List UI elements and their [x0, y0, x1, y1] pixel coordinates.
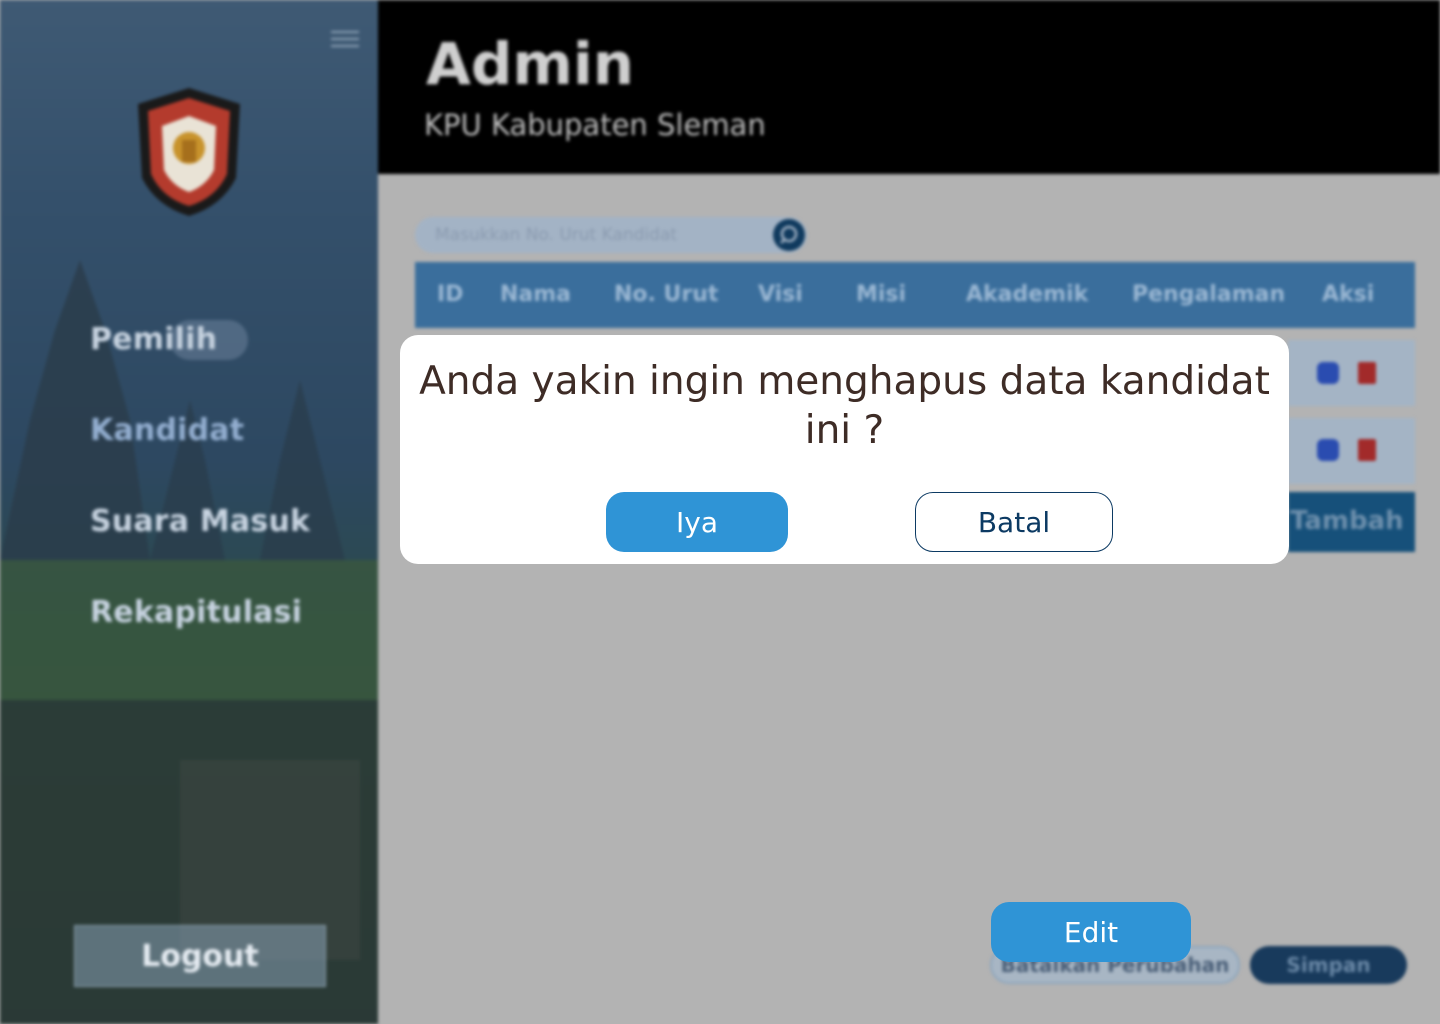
nav-item-kandidat[interactable]: Kandidat — [90, 413, 244, 448]
dialog-message: Anda yakin ingin menghapus data kandidat… — [419, 359, 1270, 453]
table-row — [1288, 340, 1415, 406]
search-icon — [780, 225, 798, 244]
nav-item-rekapitulasi[interactable]: Rekapitulasi — [90, 595, 302, 630]
table-row — [1288, 418, 1415, 484]
column-header-akademik: Akademik — [966, 282, 1089, 307]
trash-icon[interactable] — [1358, 439, 1376, 461]
page-title: Admin — [426, 30, 635, 98]
delete-confirmation-dialog: Anda yakin ingin menghapus data kandidat… — [400, 335, 1289, 564]
page-subtitle: KPU Kabupaten Sleman — [424, 108, 766, 142]
search-button[interactable] — [773, 219, 805, 251]
page-header: Admin KPU Kabupaten Sleman — [378, 0, 1440, 174]
nav-item-pemilih[interactable]: Pemilih — [90, 322, 217, 357]
search-placeholder: Masukkan No. Urut Kandidat — [435, 225, 678, 245]
column-header-id: ID — [437, 282, 464, 307]
sidebar: Pemilih Kandidat Suara Masuk Rekapitulas… — [0, 0, 378, 1024]
add-candidate-label: Tambah — [1290, 506, 1404, 536]
hamburger-menu-icon[interactable] — [331, 26, 359, 50]
column-header-misi: Misi — [856, 282, 907, 307]
add-candidate-button[interactable]: Tambah — [1288, 492, 1415, 552]
nav-item-suara-masuk[interactable]: Suara Masuk — [90, 504, 310, 539]
edit-icon[interactable] — [1317, 439, 1339, 461]
confirm-delete-button[interactable]: Iya — [606, 492, 788, 552]
column-header-pengalaman: Pengalaman — [1132, 282, 1286, 307]
column-header-no-urut: No. Urut — [614, 282, 719, 307]
column-header-nama: Nama — [500, 282, 572, 307]
search-field[interactable]: Masukkan No. Urut Kandidat — [415, 217, 807, 253]
save-button[interactable]: Simpan — [1250, 946, 1407, 984]
edit-icon[interactable] — [1317, 362, 1339, 384]
cancel-delete-button[interactable]: Batal — [915, 492, 1113, 552]
column-header-aksi: Aksi — [1322, 282, 1375, 307]
kpu-logo — [138, 88, 240, 216]
table-header: ID Nama No. Urut Visi Misi Akademik Peng… — [415, 262, 1415, 328]
column-header-visi: Visi — [758, 282, 803, 307]
logout-button[interactable]: Logout — [74, 925, 326, 987]
trash-icon[interactable] — [1358, 362, 1376, 384]
edit-button[interactable]: Edit — [991, 902, 1191, 962]
